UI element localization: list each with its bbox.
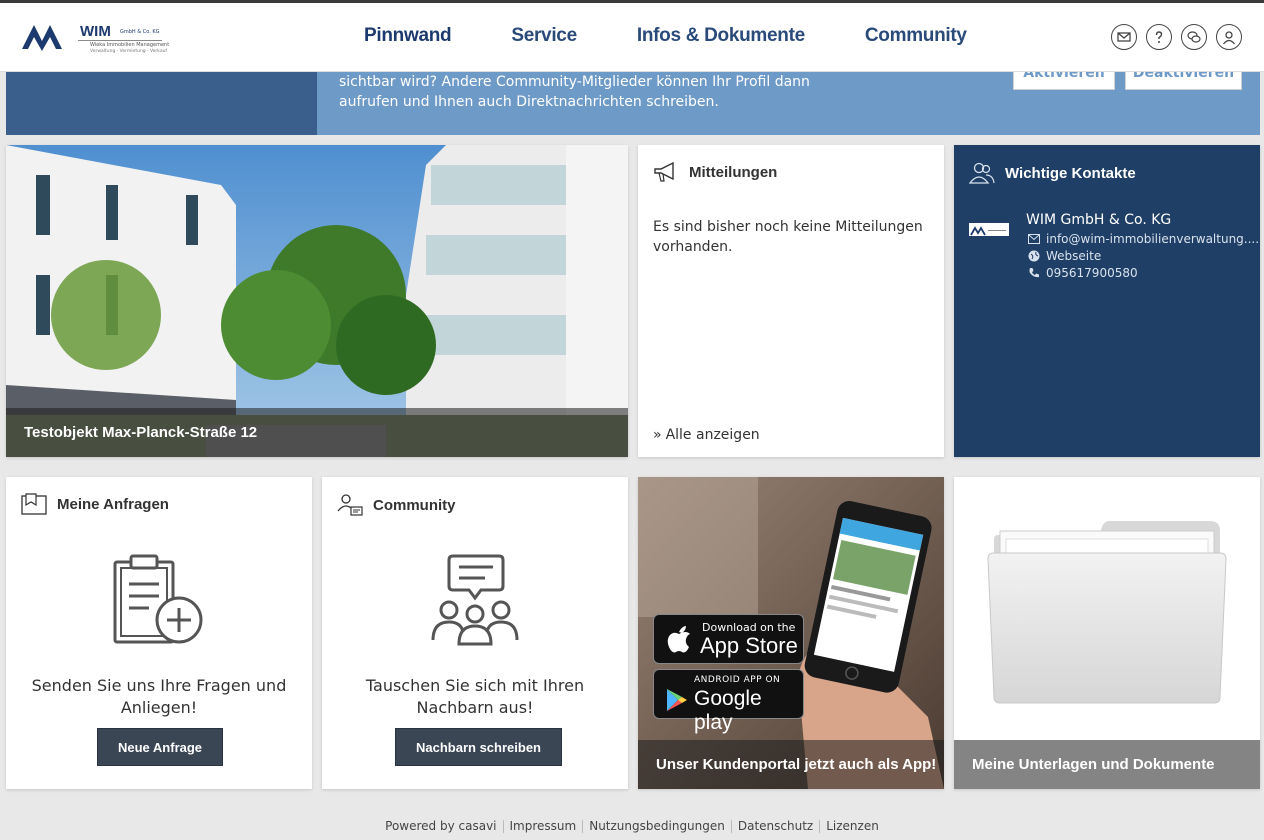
footer-powered[interactable]: Powered by casavi — [385, 819, 496, 833]
brand-name: WIM — [80, 23, 111, 40]
app-tile[interactable]: Download on the App Store ANDROID APP ON… — [638, 477, 944, 789]
community-text: Tauschen Sie sich mit Ihren Nachbarn aus… — [365, 676, 585, 717]
contact-email-row[interactable]: info@wim-immobilienverwaltung.... — [1028, 232, 1259, 246]
play-big: Google play — [694, 687, 762, 734]
contacts-header: Wichtige Kontakte — [969, 161, 1136, 185]
community-group-icon — [431, 554, 519, 646]
app-caption: Unser Kundenportal jetzt auch als App! — [638, 740, 944, 789]
footer-licenses[interactable]: Lizenzen — [826, 819, 879, 833]
mail-icon[interactable] — [1111, 24, 1137, 50]
footer: Powered by casavi Impressum Nutzungsbeding… — [0, 819, 1264, 833]
brand-tagline: Wieka Immobilien Management — [90, 42, 170, 48]
requests-header: Meine Anfragen — [21, 493, 169, 515]
property-tile[interactable]: Testobjekt Max-Planck-Straße 12 — [6, 145, 628, 457]
contact-company: WIM GmbH & Co. KG — [1026, 212, 1172, 228]
play-store-icon — [667, 689, 687, 711]
megaphone-icon — [654, 161, 674, 182]
new-request-button[interactable]: Neue Anfrage — [97, 728, 224, 766]
community-small-icon — [337, 494, 363, 516]
messages-title: Mitteilungen — [689, 163, 778, 181]
app-store-big: App Store — [700, 633, 798, 658]
footer-terms[interactable]: Nutzungsbedingungen — [589, 819, 725, 833]
phone-icon — [1029, 268, 1039, 278]
apple-icon — [667, 626, 690, 653]
nav-service[interactable]: Service — [511, 25, 577, 47]
app-store-badge[interactable]: Download on the App Store — [653, 614, 804, 664]
chat-icon[interactable] — [1181, 24, 1207, 50]
envelope-icon — [1028, 234, 1040, 244]
write-neighbors-button[interactable]: Nachbarn schreiben — [395, 728, 562, 766]
book-icon — [21, 493, 47, 515]
show-all-label: Alle anzeigen — [665, 427, 760, 443]
help-icon[interactable] — [1146, 24, 1172, 50]
contact-website-row[interactable]: Webseite — [1028, 249, 1101, 263]
requests-title: Meine Anfragen — [57, 495, 169, 513]
community-title: Community — [373, 496, 456, 514]
play-small: ANDROID APP ON — [694, 675, 781, 685]
main-nav: Pinnwand Service Infos & Dokumente Commu… — [364, 25, 1027, 47]
header: WIM GmbH & Co. KG Wieka Immobilien Manag… — [0, 3, 1264, 72]
chevron-right-icon: » — [653, 427, 662, 443]
folder-icon — [987, 521, 1227, 704]
documents-caption: Meine Unterlagen und Dokumente — [954, 740, 1260, 789]
clipboard-add-icon — [113, 554, 203, 644]
nav-pinnwand[interactable]: Pinnwand — [364, 25, 452, 47]
messages-tile: Mitteilungen Es sind bisher noch keine M… — [638, 145, 944, 457]
messages-empty-text: Es sind bisher noch keine Mitteilungen v… — [653, 219, 923, 255]
show-all-link[interactable]: » Alle anzeigen — [653, 427, 760, 443]
documents-tile[interactable]: Meine Unterlagen und Dokumente — [954, 477, 1260, 789]
company-logo-thumb — [969, 223, 1009, 236]
google-play-badge[interactable]: ANDROID APP ON Google play — [653, 669, 804, 734]
contacts-title: Wichtige Kontakte — [1005, 164, 1136, 182]
contact-phone-row[interactable]: 095617900580 — [1028, 266, 1138, 280]
contacts-icon — [969, 162, 995, 184]
contact-website[interactable]: Webseite — [1046, 249, 1101, 263]
footer-privacy[interactable]: Datenschutz — [738, 819, 813, 833]
user-icon[interactable] — [1216, 24, 1242, 50]
nav-infos-dokumente[interactable]: Infos & Dokumente — [637, 25, 805, 47]
community-header: Community — [337, 493, 456, 517]
footer-impressum[interactable]: Impressum — [510, 819, 577, 833]
requests-text: Senden Sie uns Ihre Fragen und Anliegen! — [31, 676, 287, 717]
nav-community[interactable]: Community — [865, 25, 967, 47]
contacts-tile: Wichtige Kontakte WIM GmbH & Co. KG info… — [954, 145, 1260, 457]
brand-suffix: GmbH & Co. KG — [120, 29, 160, 35]
brand-tagline-2: Verwaltung · Vermietung · Verkauf — [90, 49, 168, 54]
requests-tile: Meine Anfragen Senden Sie uns Ihre Frage… — [6, 477, 312, 789]
wim-logo[interactable]: WIM GmbH & Co. KG Wieka Immobilien Manag… — [20, 19, 169, 59]
banner-text: sichtbar wird? Andere Community-Mitglied… — [339, 74, 810, 110]
header-icons — [1111, 24, 1242, 50]
globe-icon — [1028, 250, 1040, 262]
messages-header: Mitteilungen — [653, 161, 777, 183]
property-caption: Testobjekt Max-Planck-Straße 12 — [6, 408, 628, 457]
contact-phone[interactable]: 095617900580 — [1046, 266, 1138, 280]
contact-email[interactable]: info@wim-immobilienverwaltung.... — [1046, 232, 1259, 246]
community-tile: Community Tauschen Sie sich mit Ihren Na… — [322, 477, 628, 789]
